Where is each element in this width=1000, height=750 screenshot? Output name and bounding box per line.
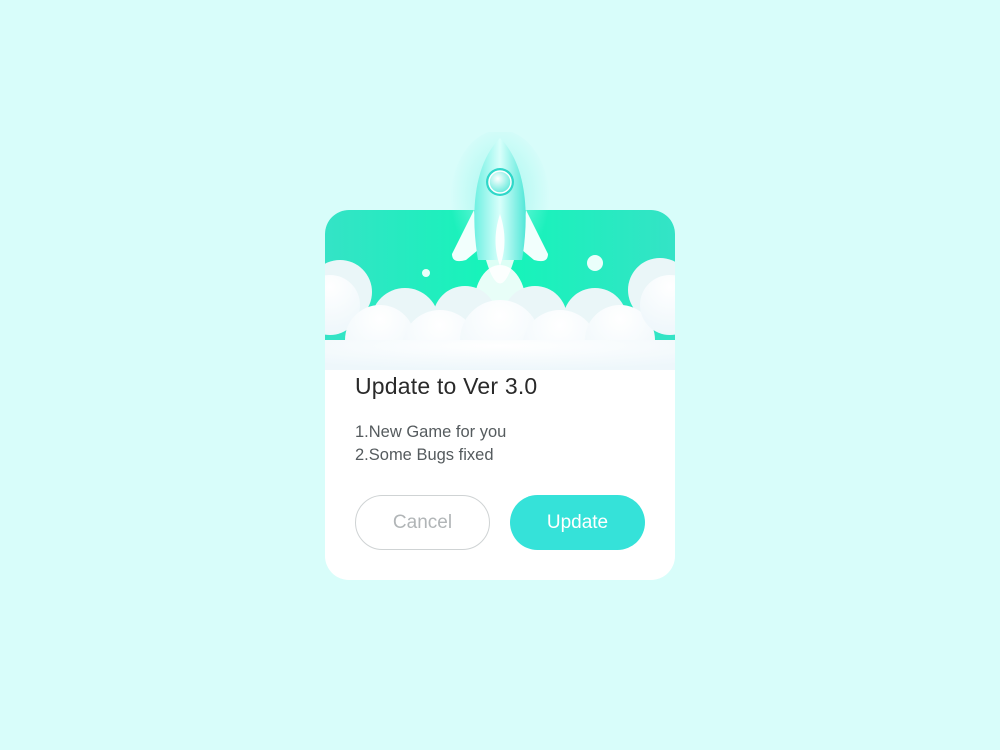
- dialog-title: Update to Ver 3.0: [355, 373, 538, 399]
- release-note-item: 2.Some Bugs fixed: [355, 446, 494, 464]
- hero-illustration: [325, 210, 675, 370]
- release-notes-list: 1.New Game for you 2.Some Bugs fixed: [355, 421, 506, 467]
- rocket-window: [486, 168, 514, 196]
- star-large: [587, 255, 603, 271]
- release-note-item: 1.New Game for you: [355, 423, 507, 441]
- cancel-button[interactable]: Cancel: [355, 495, 490, 550]
- update-button[interactable]: Update: [510, 495, 645, 550]
- star-small: [422, 269, 430, 277]
